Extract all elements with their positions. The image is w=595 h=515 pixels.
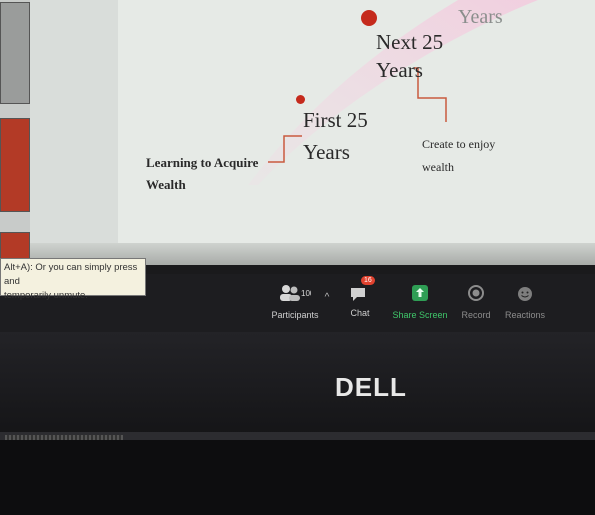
participants-icon: 100: [265, 284, 325, 304]
tooltip-line: Alt+A): Or you can simply press and: [4, 262, 138, 287]
monitor-bezel: [0, 332, 595, 442]
reactions-button[interactable]: Reactions: [502, 284, 548, 320]
record-label: Record: [461, 310, 491, 320]
record-icon: [458, 284, 494, 304]
share-screen-button[interactable]: Share Screen: [392, 284, 448, 320]
participants-button[interactable]: 100 Participants: [265, 284, 325, 320]
chat-button[interactable]: 16 Chat: [345, 276, 375, 318]
chat-icon: 16: [349, 276, 375, 302]
slide-thumbnail[interactable]: [0, 2, 30, 104]
caption-text: Wealth: [146, 177, 186, 192]
dell-logo: DELL: [335, 372, 407, 402]
stage-label: First 25: [303, 108, 368, 132]
participants-count: 100: [301, 289, 311, 298]
share-screen-icon: [392, 284, 448, 304]
timeline-dot: [296, 95, 305, 104]
record-button[interactable]: Record: [458, 284, 494, 320]
tooltip-line: temporarily unmute.: [4, 290, 88, 301]
unmute-tooltip: Alt+A): Or you can simply press and temp…: [0, 258, 146, 301]
slide-thumbnail[interactable]: [0, 118, 30, 212]
share-screen-label: Share Screen: [392, 310, 448, 320]
slide: Years Next 25 Years First 25 Years Learn…: [118, 0, 595, 243]
caption-text: Learning to Acquire: [146, 155, 259, 170]
chevron-up-icon[interactable]: ^: [322, 292, 332, 303]
stage-label: Years: [303, 140, 350, 164]
chat-label: Chat: [350, 308, 370, 318]
stage-label: Years: [376, 58, 423, 82]
reactions-icon: [502, 284, 548, 304]
stage-label: Years: [458, 6, 503, 28]
slide-thumbnail-panel: [0, 0, 30, 275]
monitor-screen: Years Next 25 Years First 25 Years Learn…: [0, 0, 595, 340]
photo-frame: Years Next 25 Years First 25 Years Learn…: [0, 0, 595, 515]
monitor-base: [0, 440, 595, 515]
reactions-label: Reactions: [504, 310, 546, 320]
caption-text: wealth: [422, 160, 454, 174]
participants-label: Participants: [271, 310, 319, 320]
chat-badge: 16: [361, 276, 375, 285]
timeline-dot: [361, 10, 377, 26]
stage-label: Next 25: [376, 30, 444, 54]
caption-text: Create to enjoy: [422, 137, 496, 151]
